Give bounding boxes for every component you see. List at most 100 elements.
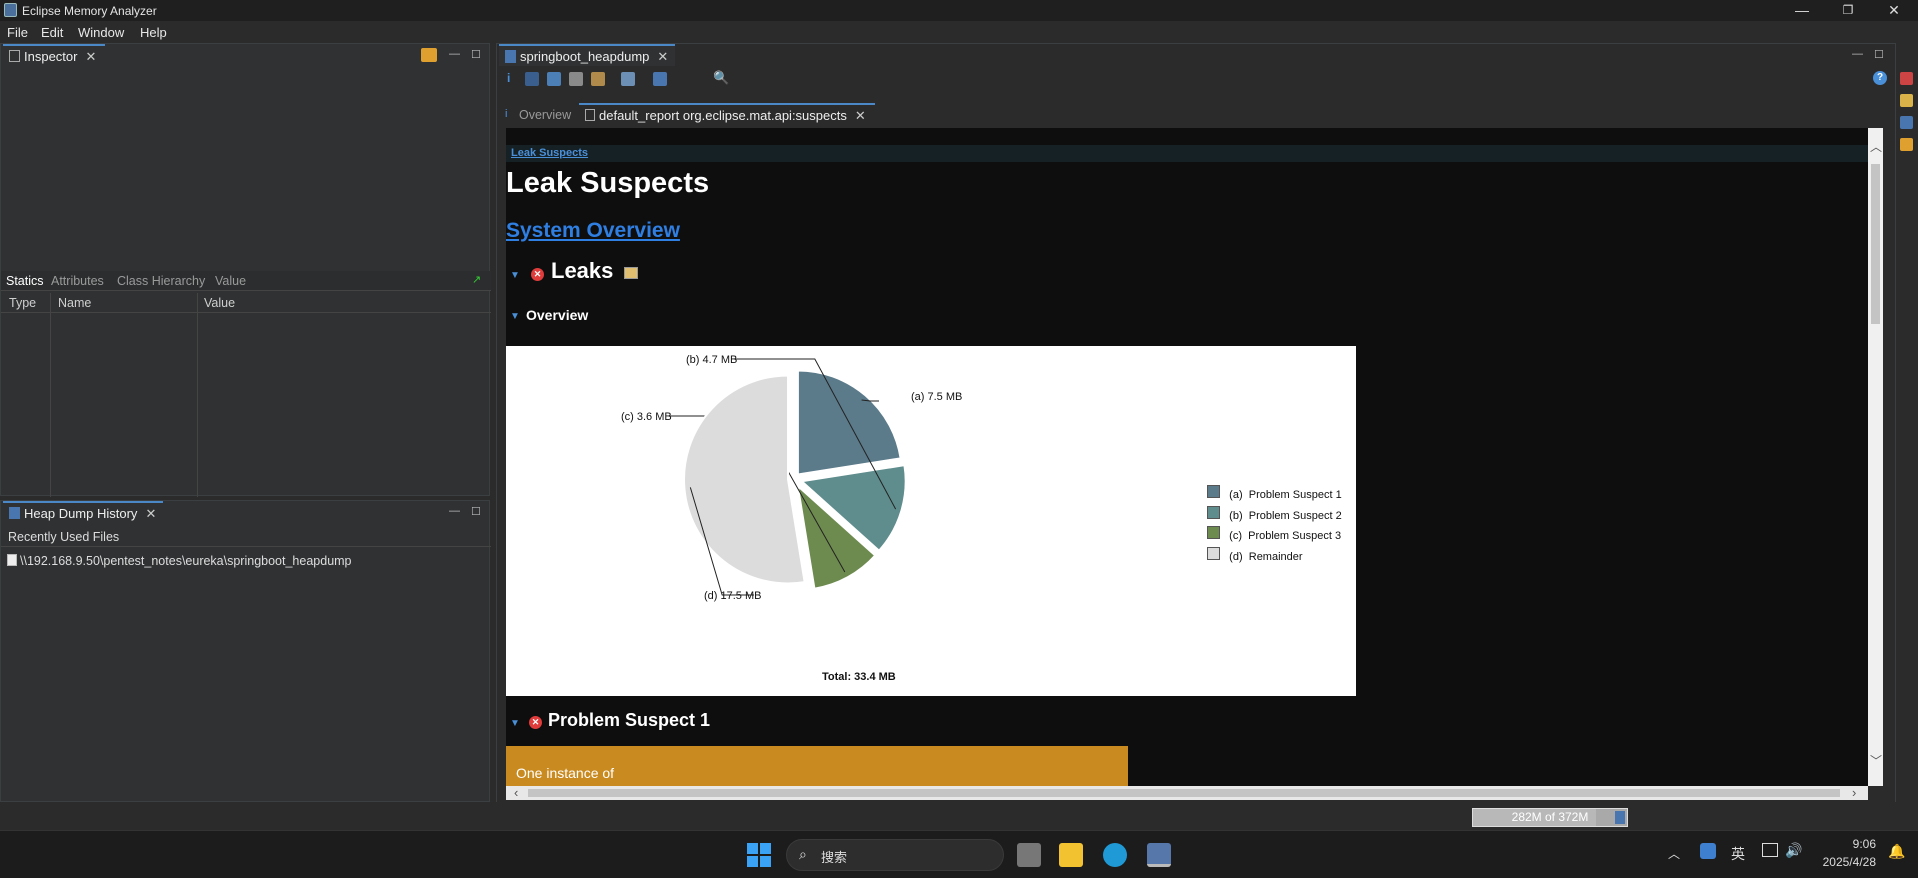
column-name[interactable]: Name <box>58 296 91 310</box>
view-icon[interactable] <box>1900 138 1913 151</box>
recent-file-path: \\192.168.9.50\pentest_notes\eureka\spri… <box>20 554 352 568</box>
oql-icon[interactable] <box>569 72 583 86</box>
recently-used-files-header: Recently Used Files <box>8 530 120 544</box>
view-icon[interactable] <box>1900 94 1913 107</box>
close-icon[interactable]: ✕ <box>145 506 156 521</box>
tab-attributes[interactable]: Attributes <box>51 274 104 288</box>
memory-analyzer-taskbar-icon[interactable] <box>1147 843 1171 867</box>
start-icon[interactable] <box>747 843 771 867</box>
collapse-suspect-icon[interactable]: ▼ <box>510 718 520 729</box>
close-icon[interactable]: ✕ <box>855 108 866 123</box>
list-item[interactable]: \\192.168.9.50\pentest_notes\eureka\spri… <box>7 553 352 571</box>
maximize-icon[interactable]: ☐ <box>471 48 481 61</box>
tab-overview[interactable]: i Overview <box>505 105 585 127</box>
search-placeholder: 搜索 <box>821 850 848 865</box>
breadcrumb-leak-suspects[interactable]: Leak Suspects <box>511 147 588 159</box>
maximize-icon[interactable]: ☐ <box>471 505 481 518</box>
scroll-left-icon[interactable]: ‹ <box>514 785 518 800</box>
close-button[interactable]: ✕ <box>1871 0 1917 21</box>
overview-heading: Overview <box>526 307 589 323</box>
legend-swatch-d <box>1207 546 1220 560</box>
right-trim-toolbar <box>1896 43 1918 803</box>
link-with-selection-icon[interactable] <box>421 48 437 62</box>
heap-status[interactable]: 282M of 372M <box>1472 808 1628 827</box>
close-icon[interactable]: ✕ <box>657 49 668 64</box>
legend-item: (b) Problem Suspect 2 <box>1207 505 1342 527</box>
tab-statics[interactable]: Statics <box>6 274 44 288</box>
dominator-tree-icon[interactable] <box>547 72 561 86</box>
scroll-down-icon[interactable]: ﹀ <box>1870 752 1882 769</box>
report-icon <box>585 109 595 121</box>
tab-class-hierarchy[interactable]: Class Hierarchy <box>117 274 205 288</box>
clock-time[interactable]: 9:06 <box>1834 837 1876 851</box>
reports-icon[interactable] <box>621 72 635 86</box>
network-icon[interactable] <box>1762 843 1778 857</box>
restore-button[interactable]: ❐ <box>1825 0 1871 21</box>
notification-bell-icon[interactable]: 🔔 <box>1888 843 1905 860</box>
minimize-button[interactable]: — <box>1779 0 1825 21</box>
search-icon[interactable]: 🔍 <box>713 70 729 86</box>
legend-swatch-b <box>1207 505 1220 519</box>
legend-swatch-c <box>1207 526 1220 539</box>
inspector-tab-label: Inspector <box>24 49 78 64</box>
tab-inspector[interactable]: Inspector ✕ <box>3 44 105 66</box>
tab-value[interactable]: Value <box>215 274 246 288</box>
overview-info-icon[interactable]: i <box>507 71 510 85</box>
file-icon <box>7 554 17 566</box>
column-value[interactable]: Value <box>204 296 235 310</box>
clock-date[interactable]: 2025/4/28 <box>1818 855 1876 869</box>
minimize-icon[interactable]: — <box>449 505 460 517</box>
minimize-icon[interactable]: — <box>449 48 460 60</box>
scroll-up-icon[interactable]: ︿ <box>1870 138 1882 155</box>
system-overview-link[interactable]: System Overview <box>506 219 680 243</box>
tab-default-report[interactable]: default_report org.eclipse.mat.api:suspe… <box>579 103 875 125</box>
slice-label-a: (a) 7.5 MB <box>911 391 962 403</box>
column-type[interactable]: Type <box>9 296 36 310</box>
table-header: Type Name Value <box>1 293 491 313</box>
leaks-heading: Leaks <box>551 258 614 283</box>
garbage-collect-icon[interactable] <box>1615 811 1625 824</box>
horizontal-scrollbar[interactable]: ‹ › <box>506 785 1868 800</box>
menu-edit[interactable]: Edit <box>41 25 63 40</box>
tab-heap-dump-history[interactable]: Heap Dump History ✕ <box>3 501 163 523</box>
vertical-scrollbar[interactable]: ︿ ﹀ <box>1868 128 1883 786</box>
legend-key-a: (a) <box>1229 489 1243 501</box>
task-view-icon[interactable] <box>1017 843 1041 867</box>
scroll-thumb[interactable] <box>528 789 1840 797</box>
histogram-icon[interactable] <box>525 72 539 86</box>
file-explorer-icon[interactable] <box>1059 843 1083 867</box>
tray-app-icon[interactable] <box>1700 843 1716 859</box>
legend-swatch-a <box>1207 485 1220 498</box>
show-hidden-icons[interactable]: ︿ <box>1668 845 1680 862</box>
menu-file[interactable]: File <box>7 25 28 40</box>
query-browser-icon[interactable] <box>591 72 605 86</box>
chart-total: Total: 33.4 MB <box>822 671 896 683</box>
scroll-thumb[interactable] <box>1871 164 1880 324</box>
search-icon: ⌕ <box>799 846 807 862</box>
report-content: Leak Suspects Leak Suspects System Overv… <box>506 128 1868 786</box>
minimize-icon[interactable]: — <box>1852 48 1863 60</box>
close-icon[interactable]: ✕ <box>85 49 96 64</box>
ime-indicator[interactable]: 英 <box>1731 844 1745 864</box>
heap-status-text: 282M of 372M <box>1511 810 1589 824</box>
maximize-icon[interactable]: ☐ <box>1874 48 1884 61</box>
tab-springboot-heapdump[interactable]: springboot_heapdump ✕ <box>499 44 675 66</box>
scroll-right-icon[interactable]: › <box>1852 785 1856 800</box>
help-icon[interactable]: ? <box>1873 71 1887 85</box>
view-icon[interactable] <box>1900 116 1913 129</box>
window-title: Eclipse Memory Analyzer <box>22 4 157 18</box>
pin-icon[interactable]: ↗ <box>472 273 481 286</box>
heap-dump-overview-icon[interactable] <box>653 72 667 86</box>
suspect-description-text: One instance of <box>516 765 615 781</box>
menu-help[interactable]: Help <box>140 25 167 40</box>
legend-label-d: Remainder <box>1248 550 1303 563</box>
collapse-leaks-icon[interactable]: ▼ <box>510 270 520 281</box>
edge-browser-icon[interactable] <box>1103 843 1127 867</box>
collapse-overview-icon[interactable]: ▼ <box>510 311 520 322</box>
view-icon[interactable] <box>1900 72 1913 85</box>
title-bar: Eclipse Memory Analyzer — ❐ ✕ <box>0 0 1918 21</box>
menu-window[interactable]: Window <box>78 25 124 40</box>
details-icon[interactable] <box>624 267 638 279</box>
volume-icon[interactable]: 🔊 <box>1785 842 1802 859</box>
taskbar-search[interactable]: ⌕ 搜索 <box>786 839 1004 871</box>
